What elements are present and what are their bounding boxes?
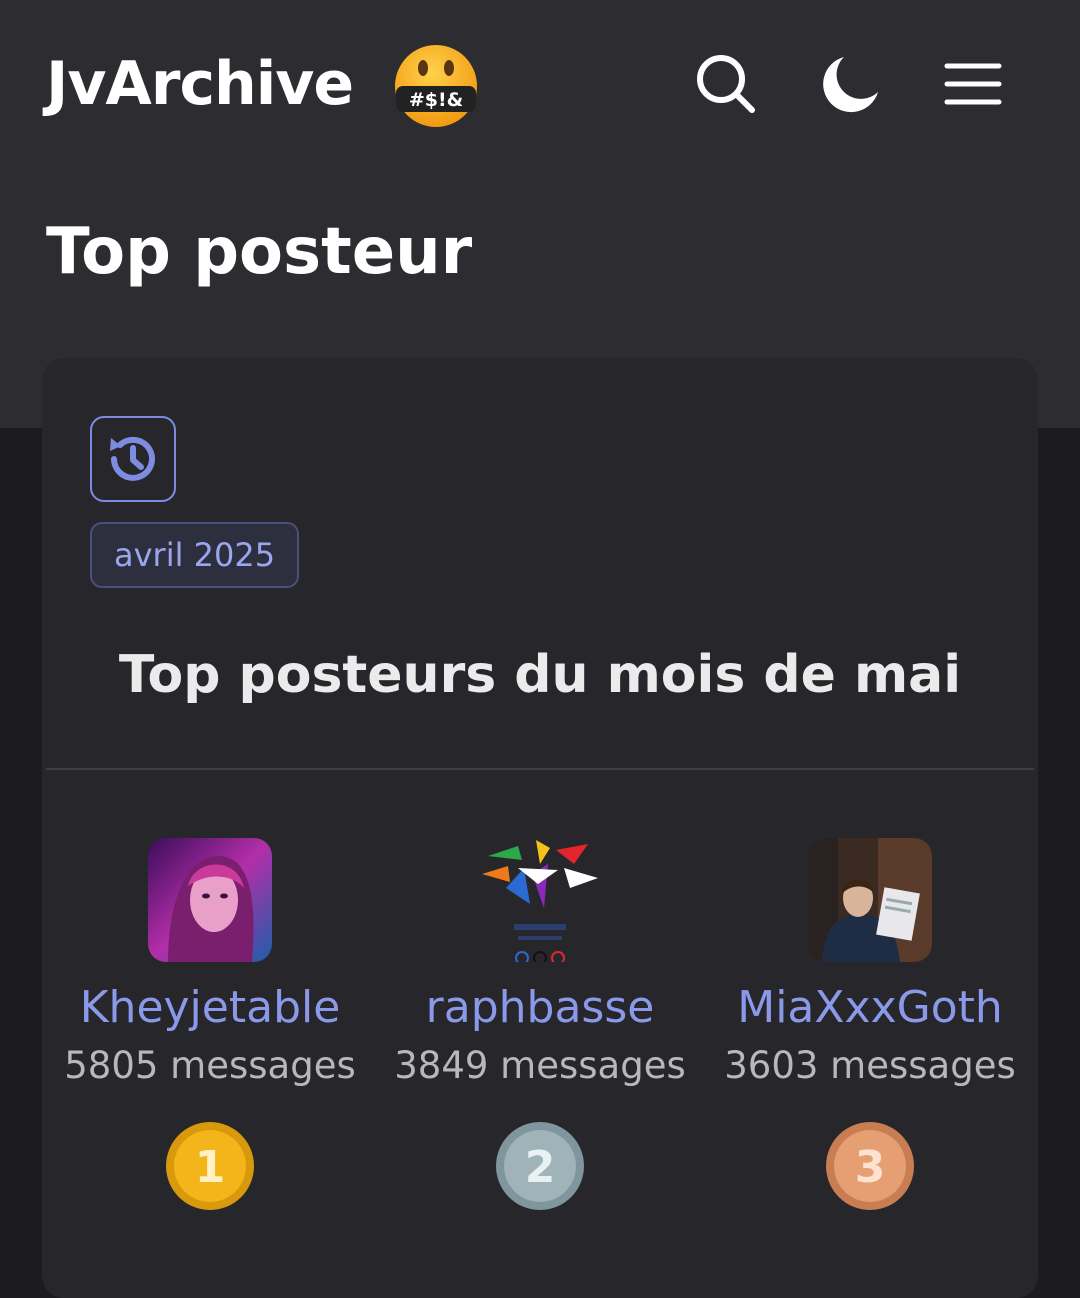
censored-mouth-emoji-icon: #$!&	[392, 42, 480, 128]
poster-message-count: 3603 messages	[724, 1044, 1016, 1087]
bronze-medal-icon: 3	[824, 1120, 916, 1212]
poster-item: MiaXxxGoth 3603 messages 3	[705, 838, 1035, 1212]
site-logo[interactable]: JvArchive	[46, 46, 354, 122]
avatar[interactable]	[808, 838, 932, 962]
medal-rank-text: 3	[855, 1142, 886, 1193]
search-icon[interactable]	[694, 52, 758, 116]
poster-name-link[interactable]: Kheyjetable	[45, 980, 375, 1036]
card-title: Top posteurs du mois de mai	[118, 645, 962, 705]
poster-item: Kheyjetable 5805 messages 1	[45, 838, 375, 1212]
poster-item: raphbasse 3849 messages 2	[375, 838, 705, 1212]
poster-name-link[interactable]: MiaXxxGoth	[705, 980, 1035, 1036]
divider	[46, 768, 1034, 770]
gold-medal-icon: 1	[164, 1120, 256, 1212]
medal-rank-text: 2	[525, 1142, 556, 1193]
poster-name-link[interactable]: raphbasse	[375, 980, 705, 1036]
top-posters-card: avril 2025 Top posteurs du mois de mai K…	[42, 358, 1038, 1298]
poster-message-count: 3849 messages	[394, 1044, 686, 1087]
avatar[interactable]	[478, 838, 602, 962]
emoji-symbols-text: #$!&	[409, 89, 463, 111]
history-icon	[102, 428, 164, 490]
history-button[interactable]	[90, 416, 176, 502]
month-badge[interactable]: avril 2025	[90, 522, 300, 588]
dark-mode-moon-icon[interactable]	[818, 52, 882, 116]
avatar[interactable]	[148, 838, 272, 962]
page-title: Top posteur	[46, 215, 473, 289]
medal-rank-text: 1	[195, 1142, 226, 1193]
silver-medal-icon: 2	[494, 1120, 586, 1212]
menu-icon[interactable]	[941, 52, 1005, 116]
poster-message-count: 5805 messages	[64, 1044, 356, 1087]
